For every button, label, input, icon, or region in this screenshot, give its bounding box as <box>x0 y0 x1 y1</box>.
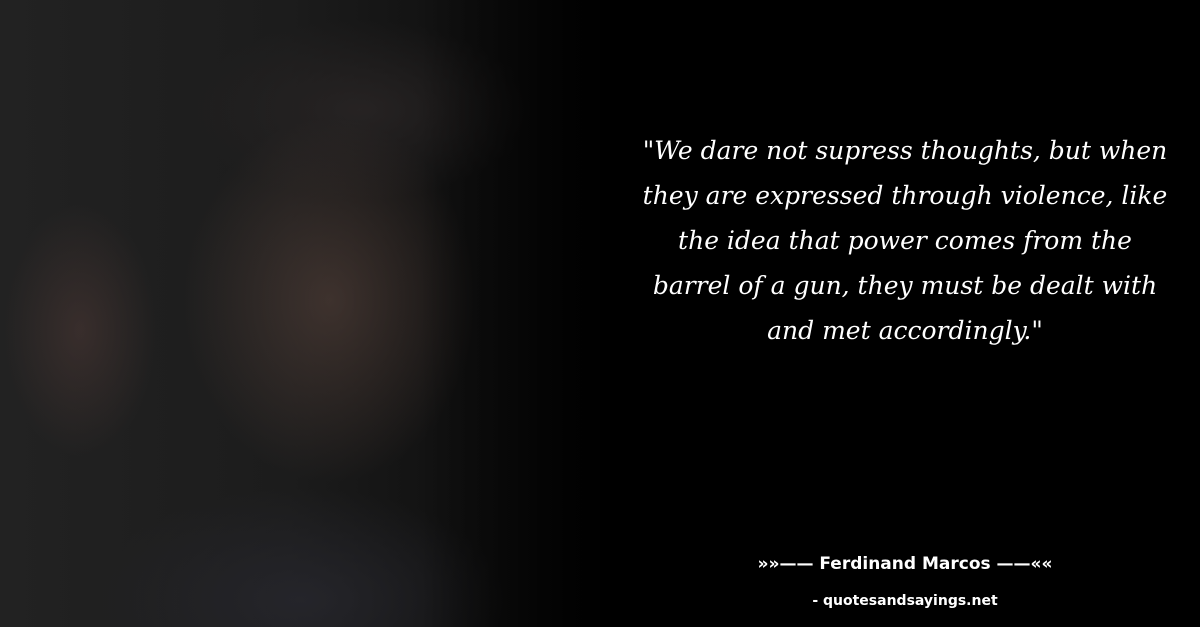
quote-card: "We dare not supress thoughts, but when … <box>0 0 1200 627</box>
quote-text: "We dare not supress thoughts, but when … <box>642 136 1168 345</box>
portrait-fade-overlay <box>420 0 660 627</box>
quote-author: »»—— Ferdinand Marcos ——«« <box>757 554 1053 574</box>
source-attribution: - quotesandsayings.net <box>812 593 998 609</box>
